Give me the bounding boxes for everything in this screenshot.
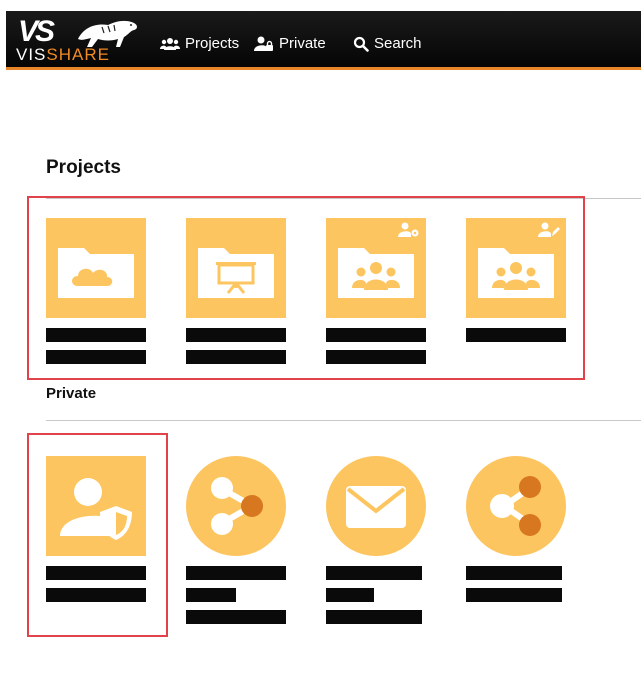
envelope-icon [346, 486, 406, 528]
private-thumbnail [466, 456, 566, 556]
nav-projects[interactable]: Projects [160, 35, 239, 52]
redacted-description [326, 610, 422, 624]
project-tile[interactable] [326, 218, 426, 364]
redacted-description [186, 610, 286, 624]
redacted-subtitle [46, 588, 146, 602]
redacted-title [46, 328, 146, 342]
logo-letters: VS [18, 15, 55, 48]
redacted-title [46, 566, 146, 580]
projects-section-title: Projects [46, 157, 121, 178]
project-thumbnail [466, 218, 566, 318]
nav-search[interactable]: Search [353, 35, 422, 52]
project-thumbnail [326, 218, 426, 318]
share-nodes-icon [211, 477, 263, 535]
private-tile[interactable] [186, 456, 286, 624]
project-tile[interactable] [186, 218, 286, 364]
nav-private-label: Private [279, 35, 326, 52]
redacted-subtitle [186, 350, 286, 364]
private-divider [46, 420, 641, 421]
shared-user-settings-icon [398, 222, 419, 237]
redacted-subtitle [46, 350, 146, 364]
redacted-subtitle [326, 350, 426, 364]
share-alt-icon [490, 476, 541, 536]
redacted-subtitle [466, 588, 562, 602]
user-lock-icon [254, 36, 273, 51]
user-shield-icon [60, 478, 132, 540]
nav-search-label: Search [374, 35, 422, 52]
redacted-title [326, 566, 422, 580]
redacted-subtitle [186, 588, 236, 602]
private-tile[interactable] [326, 456, 426, 624]
shared-user-edit-icon [538, 222, 560, 237]
nav-projects-label: Projects [185, 35, 240, 52]
project-thumbnail [46, 218, 146, 318]
redacted-title [186, 566, 286, 580]
project-tile[interactable] [466, 218, 566, 342]
redacted-title [186, 328, 286, 342]
presentation-folder-icon [198, 248, 274, 298]
users-icon [160, 37, 180, 50]
redacted-title [466, 566, 562, 580]
private-section-title: Private [46, 385, 97, 402]
project-thumbnail [186, 218, 286, 318]
search-icon [353, 36, 369, 52]
private-tile[interactable] [46, 456, 146, 602]
private-thumbnail [186, 456, 286, 556]
cloud-folder-icon [58, 248, 134, 298]
logo-wordmark: VISSHARE [16, 45, 110, 64]
redacted-subtitle [326, 588, 374, 602]
private-thumbnail [46, 456, 146, 556]
project-tile[interactable] [46, 218, 146, 364]
visshare-logo[interactable]: VS VISSHARE [16, 15, 137, 64]
top-navigation-bar: VS VISSHARE Projects Private Search [6, 11, 641, 70]
nav-private[interactable]: Private [254, 35, 326, 52]
redacted-title [326, 328, 426, 342]
private-tile[interactable] [466, 456, 566, 602]
private-thumbnail [326, 456, 426, 556]
redacted-title [466, 328, 566, 342]
